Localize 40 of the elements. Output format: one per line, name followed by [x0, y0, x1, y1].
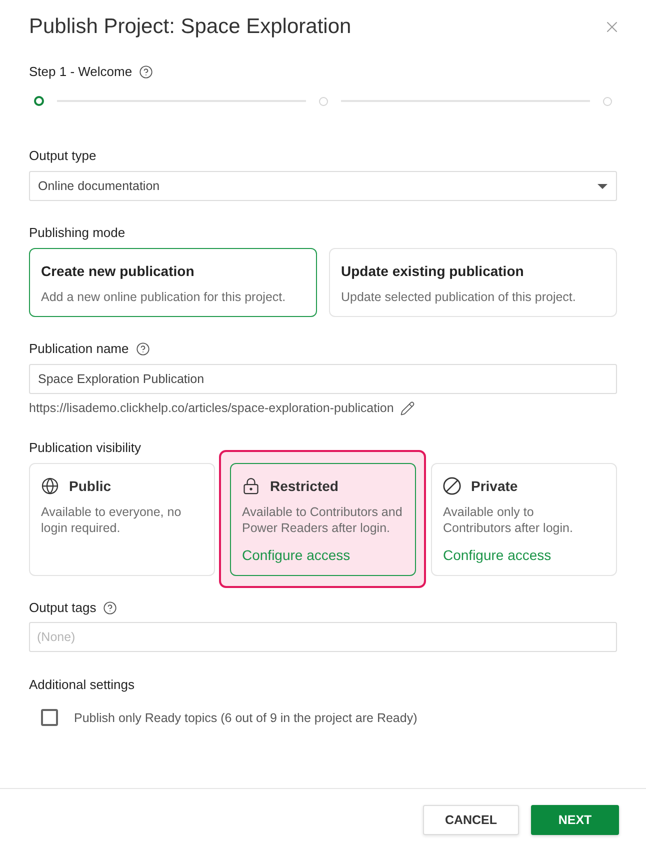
field-label: Output tags: [29, 599, 96, 617]
publication-name-input[interactable]: Space Exploration Publication: [29, 364, 617, 394]
configure-access-link[interactable]: Configure access: [443, 546, 552, 564]
option-title: Private: [471, 477, 518, 495]
option-description: Available to Contributors and Power Readers after login.: [242, 504, 403, 536]
help-icon[interactable]: [136, 342, 150, 356]
pencil-icon[interactable]: [400, 400, 415, 416]
field-label: Additional settings: [29, 676, 135, 694]
caret-icon: [597, 184, 608, 188]
dialog-title: Publish Project: Space Exploration: [29, 14, 352, 40]
output-type-dropdown[interactable]: Online documentation: [29, 171, 617, 201]
field-label: Step 1 - Welcome: [29, 63, 132, 81]
checkbox-label: Publish only Ready topics (6 out of 9 in the project are Ready): [74, 710, 418, 726]
option-title: Update existing publication: [341, 262, 525, 280]
globe-icon: [41, 477, 59, 495]
field-label: Publication visibility: [29, 439, 141, 457]
option-description: Add a new online publication for this project.: [41, 289, 287, 305]
visibility-option-card[interactable]: Public Available to everyone, no login required.: [29, 463, 215, 576]
output-tags-input[interactable]: (None): [29, 622, 617, 652]
field-label: Publication name: [29, 340, 129, 358]
help-icon[interactable]: [103, 601, 118, 615]
option-description: Update selected publication of this project.: [341, 289, 577, 305]
padlock-icon: [242, 477, 260, 495]
field-label: Publishing mode: [29, 224, 126, 242]
visibility-option-card[interactable]: Private Available only to Contributors after login. Configure access: [431, 463, 617, 576]
option-description: Available to everyone, no login required.: [41, 504, 182, 536]
field-label: Output type: [29, 147, 96, 165]
option-description: Available only to Contributors after login.: [443, 504, 574, 536]
next-button[interactable]: NEXT: [531, 805, 619, 835]
checkbox[interactable]: [41, 709, 58, 726]
mode-option-card[interactable]: Create new publication Add a new online publication for this project.: [29, 248, 317, 317]
prohibited-icon: [443, 477, 461, 495]
option-title: Public: [69, 477, 112, 495]
mode-option-card[interactable]: Update existing publication Update selected publication of this project.: [329, 248, 617, 317]
option-title: Restricted: [270, 477, 338, 495]
publication-url: https://lisademo.clickhelp.co/articles/space-exploration-publication: [29, 400, 394, 416]
option-title: Create new publication: [41, 262, 196, 280]
visibility-option-card[interactable]: Restricted Available to Contributors and Power Readers after login. Configure access: [230, 463, 416, 576]
cancel-button[interactable]: CANCEL: [423, 805, 519, 835]
help-icon[interactable]: [139, 65, 154, 79]
